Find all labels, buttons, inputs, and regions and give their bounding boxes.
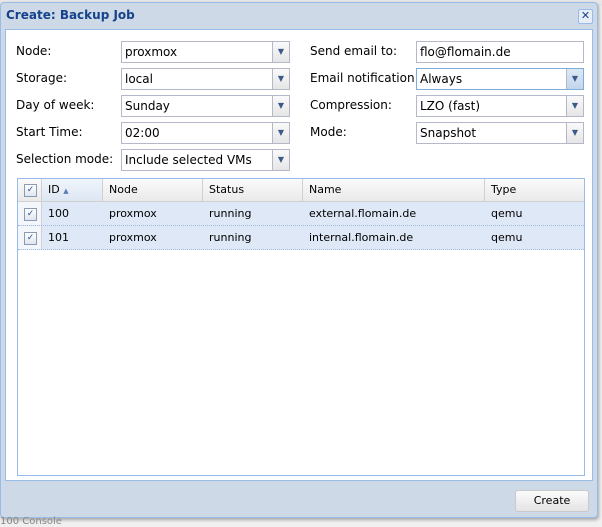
storage-value: local [125,72,153,86]
row-checkbox[interactable]: ✓ [18,226,42,249]
chevron-down-icon[interactable]: ▼ [272,42,289,62]
compression-label: Compression: [310,98,392,112]
start-time-value: 02:00 [125,126,160,140]
table-row[interactable]: ✓ 101 proxmox running internal.flomain.d… [18,226,584,250]
storage-combo[interactable]: local ▼ [121,68,290,90]
checkbox-checked-icon: ✓ [24,231,37,245]
cell-id: 100 [48,207,69,220]
selection-mode-label: Selection mode: [16,152,114,166]
node-value: proxmox [125,45,178,59]
row-checkbox[interactable]: ✓ [18,202,42,225]
selection-mode-field: Selection mode: Include selected VMs ▼ [16,149,291,171]
column-header-status[interactable]: Status [203,179,303,201]
grid-header: ✓ ID ▲ Node Status Name Type [18,179,584,202]
column-header-name[interactable]: Name [303,179,485,201]
dialog-body: Node: proxmox ▼ Storage: local ▼ Day of … [5,29,593,481]
mode-value: Snapshot [420,126,477,140]
day-of-week-label: Day of week: [16,98,95,112]
cell-type: qemu [491,231,523,244]
cell-node: proxmox [109,231,157,244]
checkbox-checked-icon: ✓ [24,207,37,221]
chevron-down-icon[interactable]: ▼ [272,150,289,170]
cell-type: qemu [491,207,523,220]
storage-field: Storage: local ▼ [16,68,291,90]
start-time-field: Start Time: 02:00 ▼ [16,122,291,144]
day-of-week-combo[interactable]: Sunday ▼ [121,95,290,117]
cell-name: internal.flomain.de [309,231,414,244]
sort-ascending-icon: ▲ [63,187,69,195]
cell-status: running [209,231,252,244]
column-header-id-label: ID [48,183,60,196]
create-backup-job-dialog: Create: Backup Job ✕ Node: proxmox ▼ Sto… [0,2,598,518]
mode-combo[interactable]: Snapshot ▼ [416,122,584,144]
email-notification-combo[interactable]: Always ▼ [416,68,584,90]
mode-field: Mode: Snapshot ▼ [310,122,585,144]
node-label: Node: [16,44,52,58]
send-email-field: Send email to: flo@flomain.de [310,41,585,63]
dialog-titlebar[interactable]: Create: Backup Job ✕ [1,3,597,28]
chevron-down-icon[interactable]: ▼ [272,69,289,89]
create-button[interactable]: Create [515,490,589,512]
dialog-title: Create: Backup Job [6,8,135,22]
selection-mode-combo[interactable]: Include selected VMs ▼ [121,149,290,171]
compression-value: LZO (fast) [420,99,481,113]
node-combo[interactable]: proxmox ▼ [121,41,290,63]
checkbox-checked-icon: ✓ [24,183,37,197]
compression-combo[interactable]: LZO (fast) ▼ [416,95,584,117]
chevron-down-icon[interactable]: ▼ [566,69,583,89]
mode-label: Mode: [310,125,347,139]
send-email-label: Send email to: [310,44,398,58]
cell-node: proxmox [109,207,157,220]
send-email-input[interactable]: flo@flomain.de [416,41,584,63]
send-email-value: flo@flomain.de [420,45,511,59]
selection-mode-value: Include selected VMs [125,153,252,167]
cell-id: 101 [48,231,69,244]
email-notification-label: Email notification: [310,71,419,85]
select-all-checkbox[interactable]: ✓ [18,179,42,201]
close-icon[interactable]: ✕ [578,9,593,24]
chevron-down-icon[interactable]: ▼ [566,96,583,116]
chevron-down-icon[interactable]: ▼ [272,96,289,116]
start-time-label: Start Time: [16,125,83,139]
table-row[interactable]: ✓ 100 proxmox running external.flomain.d… [18,202,584,226]
cell-status: running [209,207,252,220]
cell-name: external.flomain.de [309,207,417,220]
vm-grid: ✓ ID ▲ Node Status Name Type ✓ 100 proxm… [17,178,585,476]
email-notification-field: Email notification: Always ▼ [310,68,585,90]
day-of-week-field: Day of week: Sunday ▼ [16,95,291,117]
node-field: Node: proxmox ▼ [16,41,291,63]
chevron-down-icon[interactable]: ▼ [272,123,289,143]
day-of-week-value: Sunday [125,99,170,113]
column-header-type[interactable]: Type [485,179,584,201]
column-header-id[interactable]: ID ▲ [42,179,103,201]
email-notification-value: Always [420,72,463,86]
start-time-combo[interactable]: 02:00 ▼ [121,122,290,144]
compression-field: Compression: LZO (fast) ▼ [310,95,585,117]
storage-label: Storage: [16,71,67,85]
column-header-node[interactable]: Node [103,179,203,201]
chevron-down-icon[interactable]: ▼ [566,123,583,143]
